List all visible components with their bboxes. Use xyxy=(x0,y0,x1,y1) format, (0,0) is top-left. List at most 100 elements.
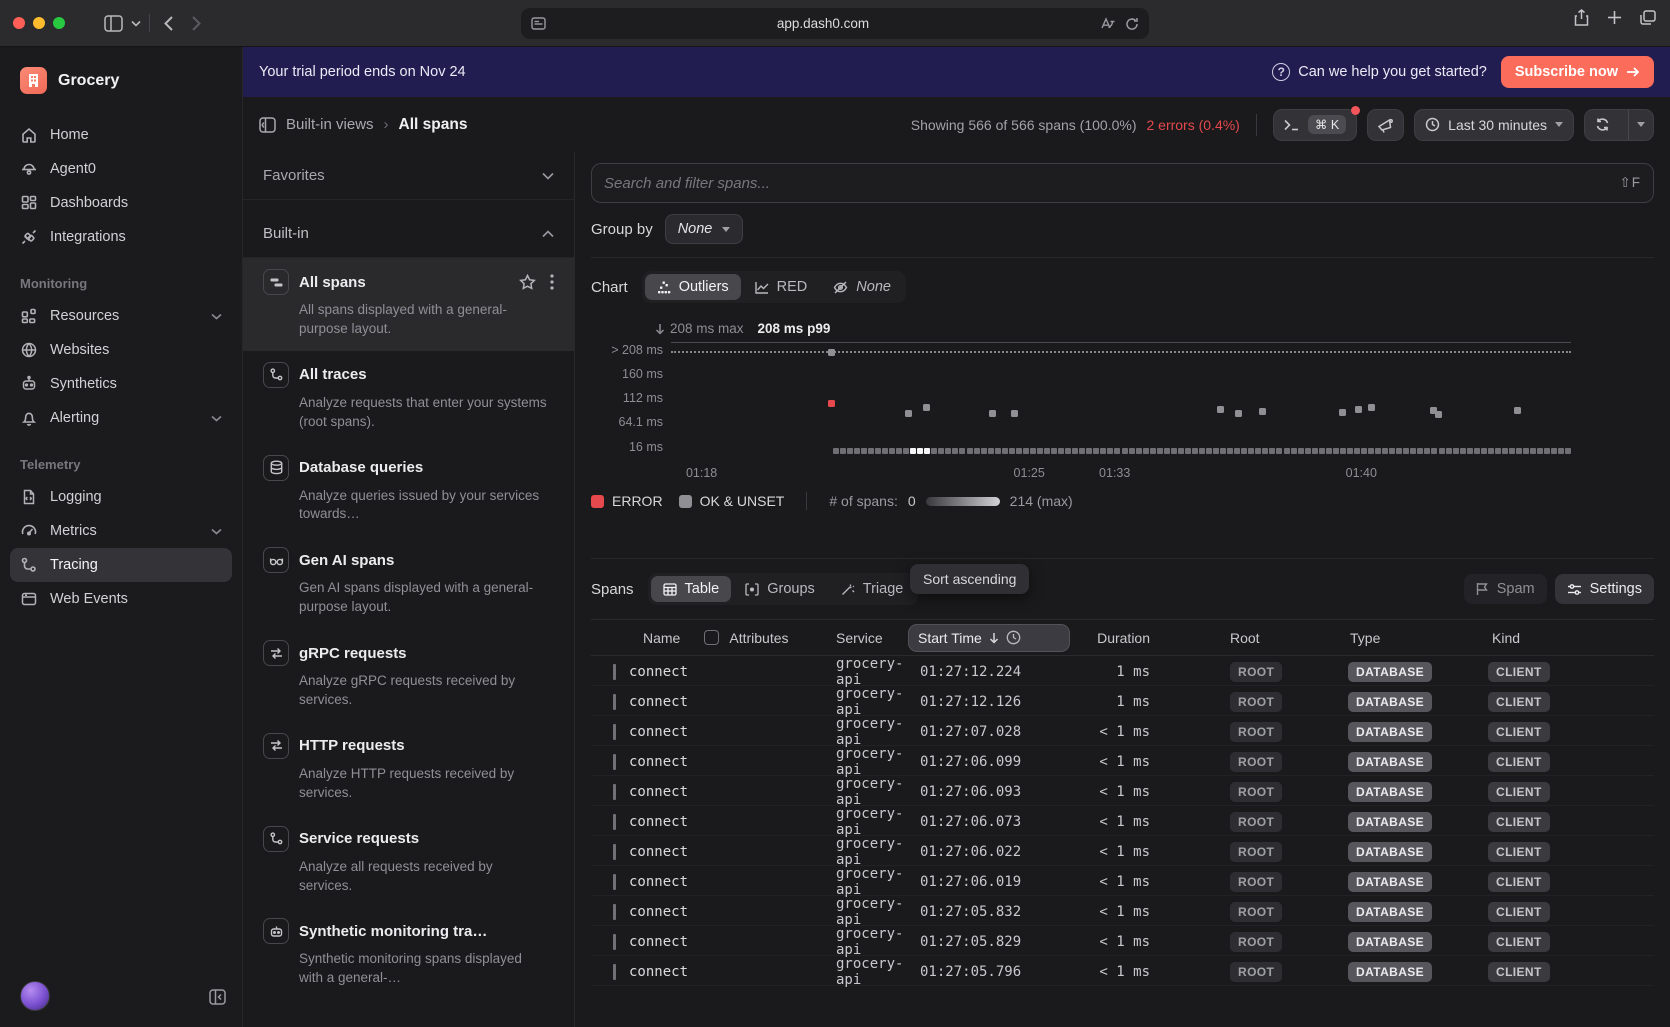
forward-button[interactable] xyxy=(182,9,210,37)
span-bucket[interactable] xyxy=(1185,448,1191,454)
span-bucket[interactable] xyxy=(1509,448,1515,454)
span-bucket[interactable] xyxy=(1150,448,1156,454)
span-bucket[interactable] xyxy=(1051,448,1057,454)
span-bucket[interactable] xyxy=(952,448,958,454)
sidebar-item-home[interactable]: Home xyxy=(10,118,232,152)
browser-sidebar-toggle-icon[interactable] xyxy=(99,9,127,37)
span-bucket[interactable] xyxy=(1122,448,1128,454)
span-bucket[interactable] xyxy=(1326,448,1332,454)
table-row[interactable]: connect grocery-api 01:27:05.829 < 1 ms … xyxy=(591,926,1654,956)
span-bucket[interactable] xyxy=(1276,448,1282,454)
span-bucket[interactable] xyxy=(833,448,839,454)
column-attributes[interactable]: Attributes xyxy=(729,630,788,646)
reload-icon[interactable] xyxy=(1125,17,1139,31)
span-bucket[interactable] xyxy=(1347,448,1353,454)
span-bucket[interactable] xyxy=(1291,448,1297,454)
span-bucket[interactable] xyxy=(1502,448,1508,454)
span-bucket[interactable] xyxy=(1213,448,1219,454)
span-bucket[interactable] xyxy=(1495,448,1501,454)
span-bucket[interactable] xyxy=(1551,448,1557,454)
span-bucket[interactable] xyxy=(988,448,994,454)
span-bucket[interactable] xyxy=(1446,448,1452,454)
close-window-button[interactable] xyxy=(13,17,25,29)
table-row[interactable]: connect grocery-api 01:27:12.224 1 ms RO… xyxy=(591,656,1654,686)
collapse-sidebar-icon[interactable] xyxy=(209,989,226,1005)
span-bucket[interactable] xyxy=(1016,448,1022,454)
sidebar-item-resources[interactable]: Resources xyxy=(10,299,232,333)
span-bucket[interactable] xyxy=(1241,448,1247,454)
span-bucket[interactable] xyxy=(1312,448,1318,454)
span-bucket[interactable] xyxy=(1199,448,1205,454)
sidebar-item-tracing[interactable]: Tracing xyxy=(10,548,232,582)
span-bucket[interactable] xyxy=(945,448,951,454)
span-bucket[interactable] xyxy=(1206,448,1212,454)
favorites-section-header[interactable]: Favorites xyxy=(243,152,574,200)
whats-new-button[interactable] xyxy=(1367,109,1404,141)
span-bucket[interactable] xyxy=(938,448,944,454)
span-bucket[interactable] xyxy=(1565,448,1571,454)
span-point[interactable] xyxy=(923,404,930,411)
span-bucket[interactable] xyxy=(1354,448,1360,454)
tab-red[interactable]: RED xyxy=(743,274,820,300)
table-row[interactable]: connect grocery-api 01:27:06.019 < 1 ms … xyxy=(591,866,1654,896)
span-bucket[interactable] xyxy=(1453,448,1459,454)
minimize-window-button[interactable] xyxy=(33,17,45,29)
tab-table[interactable]: Table xyxy=(651,576,732,602)
span-bucket[interactable] xyxy=(854,448,860,454)
view-item-service-requests[interactable]: Service requests Analyze all requests re… xyxy=(243,815,574,908)
span-bucket[interactable] xyxy=(1100,448,1106,454)
span-bucket[interactable] xyxy=(1368,448,1374,454)
span-bucket[interactable] xyxy=(1030,448,1036,454)
span-bucket[interactable] xyxy=(868,448,874,454)
span-bucket[interactable] xyxy=(1375,448,1381,454)
span-bucket[interactable] xyxy=(1143,448,1149,454)
span-bucket[interactable] xyxy=(1220,448,1226,454)
span-bucket[interactable] xyxy=(1129,448,1135,454)
back-button[interactable] xyxy=(154,9,182,37)
refresh-button[interactable] xyxy=(1585,110,1620,140)
breadcrumb-parent[interactable]: Built-in views xyxy=(286,116,374,133)
span-bucket[interactable] xyxy=(1333,448,1339,454)
table-row[interactable]: connect grocery-api 01:27:07.028 < 1 ms … xyxy=(591,716,1654,746)
span-bucket[interactable] xyxy=(1396,448,1402,454)
sidebar-item-logging[interactable]: Logging xyxy=(10,480,232,514)
table-row[interactable]: connect grocery-api 01:27:06.022 < 1 ms … xyxy=(591,836,1654,866)
span-bucket[interactable] xyxy=(1192,448,1198,454)
dense-span-bucket[interactable] xyxy=(910,448,916,454)
span-bucket[interactable] xyxy=(1523,448,1529,454)
span-bucket[interactable] xyxy=(995,448,1001,454)
span-bucket[interactable] xyxy=(1164,448,1170,454)
span-bucket[interactable] xyxy=(959,448,965,454)
span-bucket[interactable] xyxy=(1467,448,1473,454)
sidebar-item-synthetics[interactable]: Synthetics xyxy=(10,367,232,401)
span-point[interactable] xyxy=(989,410,996,417)
sidebar-item-integrations[interactable]: Integrations xyxy=(10,220,232,254)
span-bucket[interactable] xyxy=(1544,448,1550,454)
span-bucket[interactable] xyxy=(1136,448,1142,454)
span-point[interactable] xyxy=(1368,404,1375,411)
span-bucket[interactable] xyxy=(974,448,980,454)
refresh-options-button[interactable] xyxy=(1628,110,1653,140)
span-bucket[interactable] xyxy=(861,448,867,454)
span-point[interactable] xyxy=(1339,409,1346,416)
span-bucket[interactable] xyxy=(882,448,888,454)
table-row[interactable]: connect grocery-api 01:27:06.099 < 1 ms … xyxy=(591,746,1654,776)
span-bucket[interactable] xyxy=(840,448,846,454)
span-bucket[interactable] xyxy=(1058,448,1064,454)
attributes-checkbox[interactable] xyxy=(704,630,719,645)
span-bucket[interactable] xyxy=(1403,448,1409,454)
sidebar-item-alerting[interactable]: Alerting xyxy=(10,401,232,435)
span-point[interactable] xyxy=(1259,408,1266,415)
span-bucket[interactable] xyxy=(1474,448,1480,454)
column-type[interactable]: Type xyxy=(1280,630,1440,646)
table-row[interactable]: connect grocery-api 01:27:06.093 < 1 ms … xyxy=(591,776,1654,806)
span-bucket[interactable] xyxy=(1389,448,1395,454)
sidebar-item-dashboards[interactable]: Dashboards xyxy=(10,186,232,220)
address-bar[interactable]: app.dash0.com xyxy=(521,8,1149,39)
span-point[interactable] xyxy=(1011,410,1018,417)
span-bucket[interactable] xyxy=(1086,448,1092,454)
span-point[interactable] xyxy=(828,349,835,356)
view-item-synthetic-monitoring[interactable]: Synthetic monitoring tra… Synthetic moni… xyxy=(243,907,574,1000)
span-bucket[interactable] xyxy=(1171,448,1177,454)
span-bucket[interactable] xyxy=(1530,448,1536,454)
